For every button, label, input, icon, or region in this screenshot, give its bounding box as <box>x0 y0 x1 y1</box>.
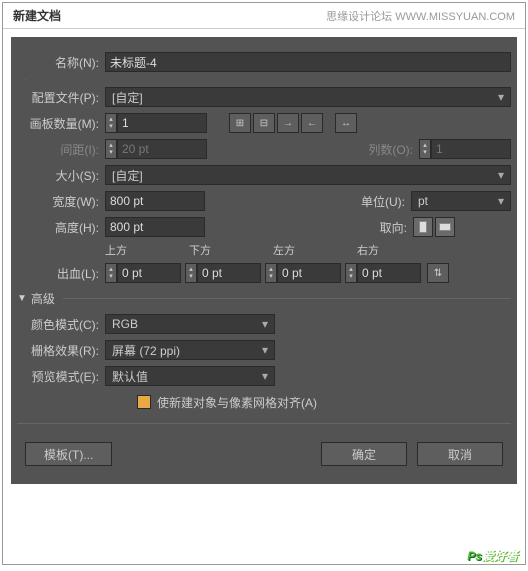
orientation-group <box>413 217 455 237</box>
profile-select[interactable]: [自定] <box>105 87 511 107</box>
bleed-left-label: 左方 <box>273 242 357 258</box>
landscape-button[interactable] <box>435 217 455 237</box>
cancel-button[interactable]: 取消 <box>417 442 503 466</box>
bleed-left-input[interactable] <box>277 263 341 283</box>
name-label: 名称(N): <box>17 54 105 71</box>
colormode-select[interactable]: RGB <box>105 314 275 334</box>
stepper-icon[interactable]: ▴▾ <box>185 263 197 283</box>
profile-label: 配置文件(P): <box>17 89 105 106</box>
size-select[interactable]: [自定] <box>105 165 511 185</box>
arrange-left-icon[interactable]: ← <box>301 113 323 133</box>
bleed-bottom-input[interactable] <box>197 263 261 283</box>
orientation-label: 取向: <box>353 219 413 236</box>
preview-label: 预览模式(E): <box>17 368 105 385</box>
columns-input <box>431 139 511 159</box>
width-label: 宽度(W): <box>17 193 105 210</box>
disclosure-icon[interactable]: ▼ <box>17 293 27 304</box>
titlebar: 新建文档 思缘设计论坛 WWW.MISSYUAN.COM <box>3 3 525 29</box>
raster-select[interactable]: 屏幕 (72 ppi) <box>105 340 275 360</box>
name-input[interactable] <box>105 52 511 72</box>
artboards-label: 画板数量(M): <box>17 115 105 132</box>
width-input[interactable] <box>105 191 205 211</box>
form-body: 名称(N): 配置文件(P): [自定] 画板数量(M): ▴▾ ⊞ ⊟ → ←… <box>11 37 517 484</box>
advanced-label: 高级 <box>31 290 55 307</box>
watermark: Ps爱好者 <box>467 544 518 565</box>
bleed-top-input[interactable] <box>117 263 181 283</box>
stepper-icon[interactable]: ▴▾ <box>265 263 277 283</box>
spacing-label: 间距(I): <box>17 141 105 158</box>
align-checkbox[interactable] <box>137 395 151 409</box>
arrange-right-icon[interactable]: → <box>277 113 299 133</box>
bleed-right-label: 右方 <box>357 242 441 258</box>
grid-by-col-icon[interactable]: ⊟ <box>253 113 275 133</box>
template-button[interactable]: 模板(T)... <box>25 442 112 466</box>
bleed-right-input[interactable] <box>357 263 421 283</box>
dialog-title: 新建文档 <box>13 7 61 24</box>
stepper-icon: ▴▾ <box>105 139 117 159</box>
size-label: 大小(S): <box>17 167 105 184</box>
height-label: 高度(H): <box>17 219 105 236</box>
link-icon[interactable]: ⇅ <box>427 263 449 283</box>
artboards-input[interactable] <box>117 113 207 133</box>
grid-by-row-icon[interactable]: ⊞ <box>229 113 251 133</box>
ok-button[interactable]: 确定 <box>321 442 407 466</box>
colormode-label: 颜色模式(C): <box>17 316 105 333</box>
preview-select[interactable]: 默认值 <box>105 366 275 386</box>
units-select[interactable]: pt <box>411 191 511 211</box>
bleed-label: 出血(L): <box>17 265 105 282</box>
align-label: 使新建对象与像素网格对齐(A) <box>157 394 317 411</box>
subtitle: 思缘设计论坛 WWW.MISSYUAN.COM <box>326 8 515 24</box>
portrait-button[interactable] <box>413 217 433 237</box>
columns-label: 列数(O): <box>359 141 419 158</box>
stepper-icon[interactable]: ▴▾ <box>105 263 117 283</box>
bleed-bottom-label: 下方 <box>189 242 273 258</box>
stepper-icon: ▴▾ <box>419 139 431 159</box>
bleed-top-label: 上方 <box>105 242 189 258</box>
raster-label: 栅格效果(R): <box>17 342 105 359</box>
units-label: 单位(U): <box>351 193 411 210</box>
stepper-icon[interactable]: ▴▾ <box>345 263 357 283</box>
arrange-rtl-icon[interactable]: ↔ <box>335 113 357 133</box>
height-input[interactable] <box>105 217 205 237</box>
stepper-icon[interactable]: ▴▾ <box>105 113 117 133</box>
spacing-input <box>117 139 207 159</box>
